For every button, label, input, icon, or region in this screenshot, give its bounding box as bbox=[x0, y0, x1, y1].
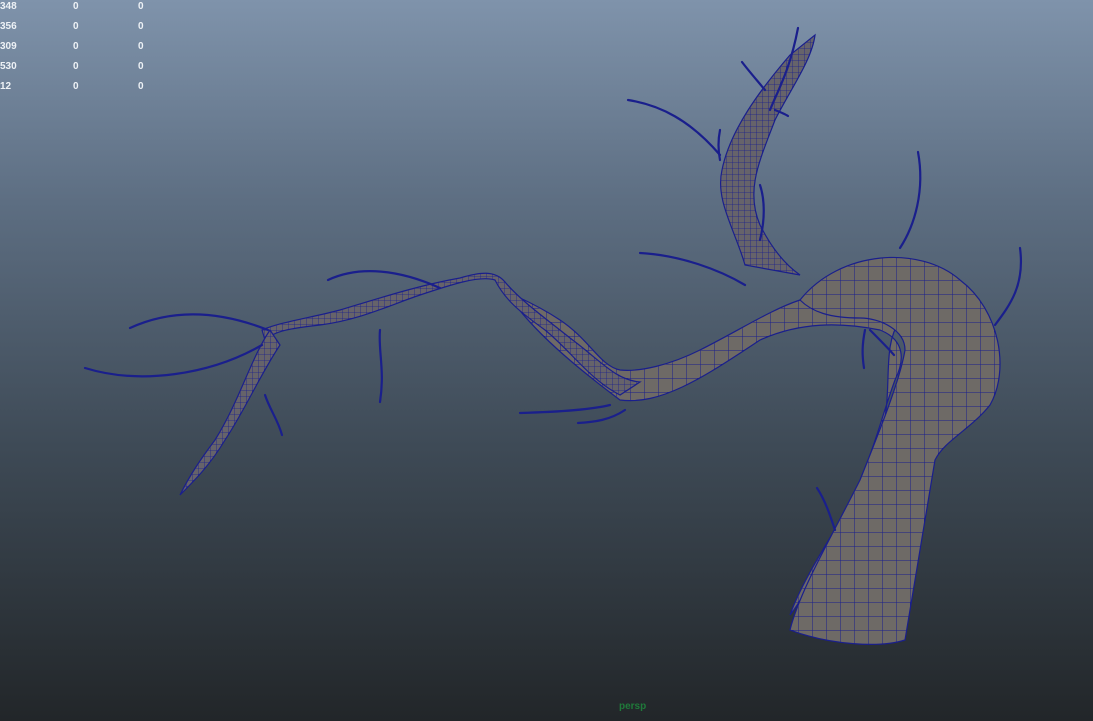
hud-value: 0 bbox=[73, 61, 79, 72]
hud-value: 0 bbox=[138, 41, 144, 52]
hud-value: 0 bbox=[73, 21, 79, 32]
hud-value: 0 bbox=[73, 41, 79, 52]
hud-value: 0 bbox=[138, 21, 144, 32]
left-fork-mesh bbox=[179, 328, 281, 496]
hud-value: 0 bbox=[73, 81, 79, 92]
hud-row: 530 0 0 bbox=[0, 57, 160, 77]
hud-value: 356 bbox=[0, 21, 17, 32]
hud-row: 356 0 0 bbox=[0, 17, 160, 37]
hud-value: 0 bbox=[73, 1, 79, 12]
hud-value: 348 bbox=[0, 1, 17, 12]
camera-name-label: persp bbox=[619, 701, 647, 712]
hud-value: 309 bbox=[0, 41, 17, 52]
heads-up-display: 348 0 0 356 0 0 309 0 0 530 0 0 12 0 0 bbox=[0, 0, 160, 97]
hud-value: 0 bbox=[138, 61, 144, 72]
tree-branch-mesh[interactable] bbox=[0, 0, 1093, 721]
hud-value: 530 bbox=[0, 61, 17, 72]
viewport-3d[interactable]: 348 0 0 356 0 0 309 0 0 530 0 0 12 0 0 p… bbox=[0, 0, 1093, 721]
mid-branch-mesh bbox=[261, 272, 642, 396]
hud-row: 12 0 0 bbox=[0, 77, 160, 97]
hud-row: 348 0 0 bbox=[0, 0, 160, 17]
hud-row: 309 0 0 bbox=[0, 37, 160, 57]
upper-branch-mesh bbox=[720, 33, 816, 276]
hud-value: 0 bbox=[138, 81, 144, 92]
hud-value: 12 bbox=[0, 81, 12, 92]
hud-value: 0 bbox=[138, 1, 144, 12]
